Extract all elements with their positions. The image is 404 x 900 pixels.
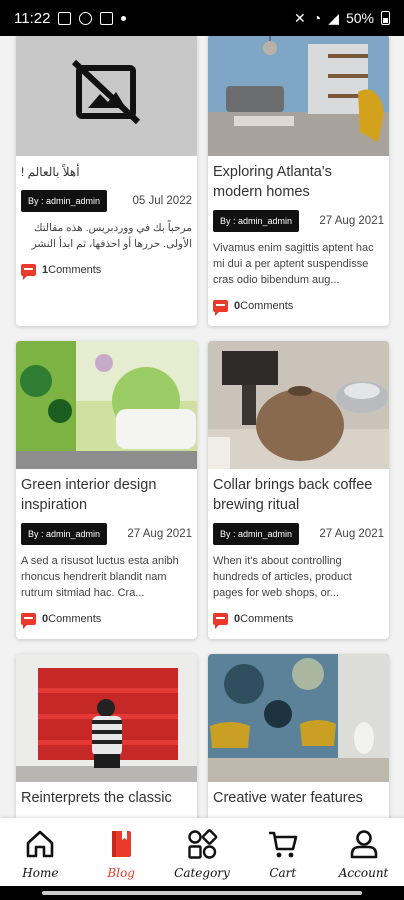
bottom-navigation: Home Blog Category Cart Account — [0, 818, 404, 886]
post-title[interactable]: أهلاً بالعالم ! — [21, 162, 192, 182]
more-notifications-icon — [121, 15, 127, 21]
post-image-red-shelves[interactable] — [16, 654, 197, 782]
gesture-handle[interactable] — [42, 891, 362, 895]
telegram-notification-icon — [79, 11, 93, 25]
message-notification-icon — [100, 11, 114, 25]
post-card[interactable]: Exploring Atlanta's modern homes By : ad… — [208, 36, 389, 326]
nav-account[interactable]: Account — [328, 828, 400, 880]
post-date: 27 Aug 2021 — [127, 528, 192, 540]
post-card[interactable]: Collar brings back coffee brewing ritual… — [208, 341, 389, 639]
home-icon — [27, 830, 54, 858]
nav-cart-label: Cart — [269, 866, 297, 880]
post-card[interactable]: Green interior design inspiration By : a… — [16, 341, 197, 639]
post-excerpt: When it's about controlling hundreds of … — [213, 555, 352, 599]
post-image-green-interior[interactable] — [16, 341, 197, 469]
author-badge[interactable]: By : admin_admin — [213, 523, 300, 545]
system-gesture-bar — [0, 886, 404, 900]
comments-label: Comments — [240, 300, 294, 312]
post-excerpt: مرحباً بك في ووردبريس. هذه مقالتك الأولى… — [31, 222, 192, 250]
nav-category-label: Category — [174, 866, 230, 880]
status-bar: 11:22 ✕ ◔ ◢ 50% — [0, 0, 404, 36]
nav-blog[interactable]: Blog — [85, 828, 157, 880]
post-image-placeholder[interactable] — [16, 36, 197, 156]
post-title[interactable]: Creative water features — [213, 788, 384, 808]
post-grid: أهلاً بالعالم ! By : admin_admin 05 Jul … — [16, 36, 389, 818]
post-image-living-room[interactable] — [208, 36, 389, 156]
blog-book-icon — [112, 831, 132, 857]
post-title[interactable]: Green interior design inspiration — [21, 475, 192, 515]
nav-home-label: Home — [22, 866, 59, 880]
comment-icon — [21, 613, 36, 629]
post-title[interactable]: Exploring Atlanta's modern homes — [213, 162, 384, 202]
cart-icon — [268, 831, 298, 858]
blog-feed[interactable]: أهلاً بالعالم ! By : admin_admin 05 Jul … — [0, 36, 404, 818]
comments-link[interactable]: 0Comments — [213, 300, 384, 316]
comments-label: Comments — [48, 613, 102, 625]
author-badge[interactable]: By : admin_admin — [213, 210, 300, 232]
status-time: 11:22 — [14, 9, 51, 27]
post-image-lounge-chairs[interactable] — [208, 654, 389, 782]
post-image-coffee-vessels[interactable] — [208, 341, 389, 469]
nav-home[interactable]: Home — [4, 828, 76, 880]
post-title[interactable]: Collar brings back coffee brewing ritual — [213, 475, 384, 515]
post-date: 27 Aug 2021 — [319, 215, 384, 227]
battery-icon — [381, 11, 390, 25]
image-unavailable-icon — [71, 59, 141, 125]
mute-icon: ✕ — [293, 9, 306, 26]
comments-label: Comments — [48, 264, 102, 276]
post-date: 27 Aug 2021 — [319, 528, 384, 540]
nav-blog-label: Blog — [107, 866, 135, 880]
signal-icon: ◢ — [328, 9, 339, 26]
wifi-icon: ◔ — [312, 10, 322, 26]
category-icon — [188, 829, 218, 859]
comments-link[interactable]: 0Comments — [21, 613, 192, 629]
nav-cart[interactable]: Cart — [247, 828, 319, 880]
gallery-notification-icon — [58, 11, 72, 25]
account-icon — [350, 830, 377, 859]
post-excerpt: Vivamus enim sagittis aptent hac mi dui … — [213, 242, 374, 286]
comment-icon — [213, 300, 228, 316]
comments-label: Comments — [240, 613, 294, 625]
comment-icon — [21, 264, 36, 280]
nav-category[interactable]: Category — [166, 828, 238, 880]
post-card[interactable]: أهلاً بالعالم ! By : admin_admin 05 Jul … — [16, 36, 197, 326]
nav-account-label: Account — [338, 866, 389, 880]
author-badge[interactable]: By : admin_admin — [21, 523, 108, 545]
comment-icon — [213, 613, 228, 629]
comments-link[interactable]: 0Comments — [213, 613, 384, 629]
post-title[interactable]: Reinterprets the classic — [21, 788, 192, 808]
post-excerpt: A sed a risusot luctus esta anibh rhoncu… — [21, 555, 179, 599]
post-date: 05 Jul 2022 — [132, 195, 192, 207]
author-badge[interactable]: By : admin_admin — [21, 190, 108, 212]
post-card[interactable]: Reinterprets the classic — [16, 654, 197, 818]
battery-percent: 50% — [345, 10, 374, 26]
post-card[interactable]: Creative water features — [208, 654, 389, 818]
comments-link[interactable]: 1Comments — [21, 264, 192, 280]
